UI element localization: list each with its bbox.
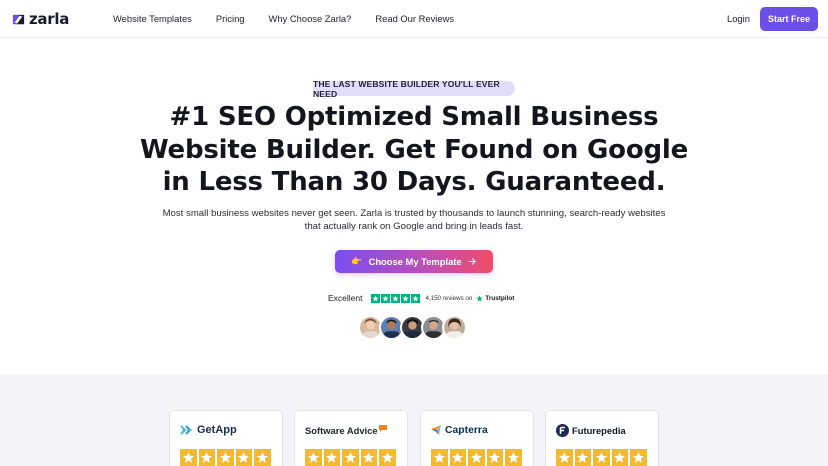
- getapp-logo: GetApp: [180, 423, 237, 437]
- logo-text: zarla: [29, 10, 70, 28]
- star-icon: [431, 449, 448, 466]
- reviews-section: [0, 374, 828, 466]
- star-icon: [611, 449, 628, 466]
- software-advice-speech-icon: [378, 424, 387, 432]
- trustpilot-logo: Trustpilot: [476, 295, 514, 302]
- headline-line-3: in Less Than 30 Days. Guaranteed.: [162, 167, 666, 197]
- star-icon: [217, 449, 234, 466]
- trustpilot-review-count: 4,150 reviews on: [425, 294, 473, 302]
- futurepedia-logo: Futurepedia: [556, 423, 626, 437]
- trustpilot-star-icon: [400, 293, 410, 303]
- getapp-brand: GetApp: [197, 424, 237, 436]
- star-icon: [505, 449, 522, 466]
- star-icon: [254, 449, 271, 466]
- cta-label: Choose My Template: [368, 256, 462, 267]
- star-icon: [593, 449, 610, 466]
- login-link[interactable]: Login: [727, 13, 750, 24]
- star-icon: [305, 449, 322, 466]
- zarla-logo[interactable]: zarla: [11, 10, 69, 28]
- star-icon: [323, 449, 340, 466]
- futurepedia-stars: [556, 449, 647, 466]
- subtext-line-1: Most small business websites never get s…: [162, 208, 666, 219]
- trustpilot-rating-word: Excellent: [328, 293, 363, 303]
- capterra-brand: Capterra: [445, 424, 488, 436]
- star-icon: [449, 449, 466, 466]
- capterra-logo: Capterra: [431, 423, 488, 437]
- star-icon: [556, 449, 573, 466]
- capterra-stars: [431, 449, 522, 466]
- review-card-capterra[interactable]: Capterra: [420, 410, 534, 466]
- headline-line-2: Website Builder. Get Found on Google: [139, 134, 689, 165]
- trustpilot-star-icon: [380, 293, 390, 303]
- star-icon: [360, 449, 377, 466]
- star-icon: [468, 449, 485, 466]
- headline-line-1: #1 SEO Optimized Small Business: [169, 102, 659, 132]
- trustpilot-brand: Trustpilot: [485, 294, 515, 302]
- review-card-futurepedia[interactable]: Futurepedia: [545, 410, 659, 466]
- trustpilot-stars: [370, 293, 420, 303]
- trustpilot-logo-star-icon: [476, 294, 483, 302]
- review-card-software-advice[interactable]: Software Advice: [294, 410, 408, 466]
- star-icon: [379, 449, 396, 466]
- futurepedia-f-icon: [556, 423, 569, 437]
- star-icon: [198, 449, 215, 466]
- hero-headline: #1 SEO Optimized Small Business Website …: [114, 101, 714, 199]
- software-advice-stars: [305, 449, 396, 466]
- nav-link-read-our-reviews[interactable]: Read Our Reviews: [375, 13, 454, 24]
- pointing-hand-icon: 👉: [351, 256, 363, 266]
- star-icon: [342, 449, 359, 466]
- customer-avatars: [358, 315, 467, 340]
- hero-badge: THE LAST WEBSITE BUILDER YOU'LL EVER NEE…: [313, 79, 515, 99]
- nav-link-website-templates[interactable]: Website Templates: [113, 13, 192, 24]
- star-icon: [486, 449, 503, 466]
- choose-my-template-button[interactable]: 👉 Choose My Template: [335, 250, 493, 273]
- getapp-chevrons-icon: [180, 425, 192, 435]
- avatar: [442, 315, 467, 340]
- start-free-button[interactable]: Start Free: [760, 7, 818, 31]
- trustpilot-star-icon: [390, 293, 400, 303]
- star-icon: [180, 449, 197, 466]
- subtext-line-2: that actually rank on Google and bring i…: [304, 221, 524, 232]
- zarla-logo-icon: [12, 14, 25, 24]
- trustpilot-rating[interactable]: Excellent 4,150 reviews on Trustpilot: [328, 292, 514, 304]
- trustpilot-star-icon: [410, 293, 420, 303]
- hero-subtext: Most small business websites never get s…: [150, 207, 678, 233]
- nav-links: Website Templates Pricing Why Choose Zar…: [113, 13, 454, 24]
- top-nav: zarla Website Templates Pricing Why Choo…: [0, 0, 828, 38]
- nav-link-why-choose-zarla[interactable]: Why Choose Zarla?: [269, 13, 352, 24]
- star-icon: [235, 449, 252, 466]
- star-icon: [574, 449, 591, 466]
- futurepedia-brand: Futurepedia: [572, 424, 626, 436]
- software-advice-brand: Software Advice: [305, 424, 378, 436]
- getapp-stars: [180, 449, 271, 466]
- capterra-arrow-icon: [431, 424, 441, 435]
- arrow-right-icon: [468, 258, 476, 265]
- star-icon: [630, 449, 647, 466]
- nav-link-pricing[interactable]: Pricing: [216, 13, 245, 24]
- trustpilot-star-icon: [370, 293, 380, 303]
- review-card-getapp[interactable]: GetApp: [169, 410, 283, 466]
- software-advice-logo: Software Advice: [305, 423, 387, 437]
